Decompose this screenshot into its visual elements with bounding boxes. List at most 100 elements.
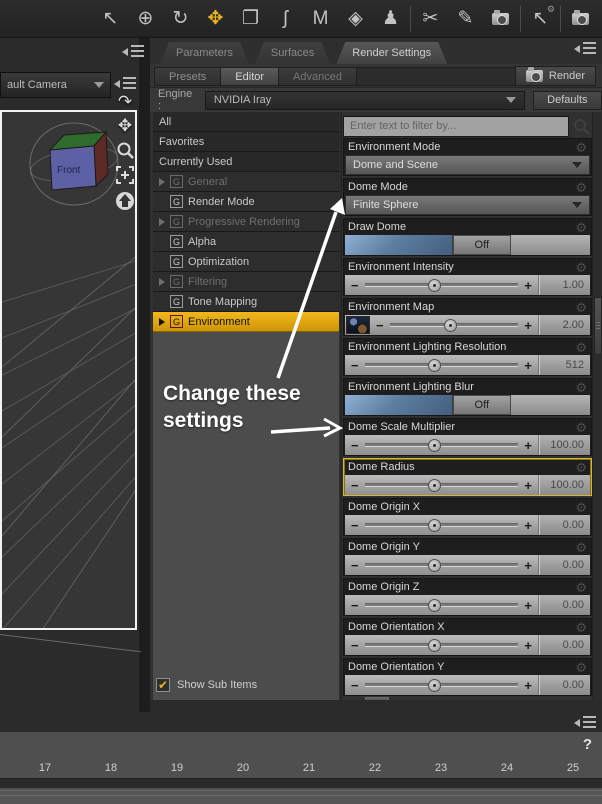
rotate-icon[interactable]: ⊕ [128, 2, 163, 36]
toggle-button[interactable]: Off [452, 235, 511, 255]
setting-value[interactable]: 1.00 [538, 275, 590, 295]
slider-track[interactable] [364, 639, 519, 652]
bone-icon[interactable]: ʃ [268, 2, 303, 36]
nudge-up-button[interactable]: + [518, 279, 538, 292]
gear-icon[interactable]: ⚙ [575, 381, 587, 394]
gear-icon[interactable]: ⚙ [575, 301, 587, 314]
slider-track[interactable] [389, 319, 519, 332]
category-item-favorites[interactable]: Favorites [153, 132, 339, 152]
tab-parameters[interactable]: Parameters [160, 42, 249, 64]
expand-arrow-icon[interactable] [159, 217, 165, 226]
slider-track[interactable] [364, 519, 519, 532]
nudge-up-button[interactable]: + [518, 439, 538, 452]
nudge-up-button[interactable]: + [518, 519, 538, 532]
nudge-down-button[interactable]: − [345, 479, 365, 492]
setting-value[interactable]: 2.00 [538, 315, 590, 335]
slider-thumb[interactable] [427, 679, 441, 692]
slider-track[interactable] [364, 359, 519, 372]
gear-icon[interactable]: ⚙ [575, 221, 587, 234]
pan-icon[interactable]: ✥ [118, 117, 132, 134]
panel-menu-icon[interactable] [574, 41, 596, 56]
nudge-down-button[interactable]: − [345, 639, 365, 652]
nudge-up-button[interactable]: + [518, 639, 538, 652]
subtab-presets[interactable]: Presets [155, 68, 222, 85]
slider-thumb[interactable] [427, 359, 441, 372]
setting-value[interactable]: 0.00 [538, 515, 590, 535]
setting-value[interactable]: 0.00 [538, 595, 590, 615]
slider-track[interactable] [364, 479, 519, 492]
geometry-icon[interactable]: ✂ [413, 2, 448, 36]
nudge-down-button[interactable]: − [345, 519, 365, 532]
category-item-tone-mapping[interactable]: G Tone Mapping [153, 292, 339, 312]
gear-icon[interactable]: ⚙ [575, 421, 587, 434]
gear-icon[interactable]: ⚙ [575, 541, 587, 554]
spot-render-icon[interactable] [483, 2, 518, 36]
nudge-up-button[interactable]: + [518, 319, 538, 332]
gear-icon[interactable]: ⚙ [575, 621, 587, 634]
scrollbar[interactable] [592, 112, 602, 700]
slider-thumb[interactable] [427, 639, 441, 652]
universal-icon[interactable]: ✥ [198, 2, 233, 36]
filter-input[interactable] [343, 115, 569, 137]
setting-value[interactable]: 0.00 [538, 555, 590, 575]
slider-track[interactable] [364, 439, 519, 452]
panel-menu-icon[interactable] [574, 715, 596, 730]
setting-value[interactable]: 0.00 [538, 675, 590, 695]
panel-menu-icon[interactable] [122, 44, 144, 59]
slider-thumb[interactable] [427, 479, 441, 492]
gear-icon[interactable]: ⚙ [575, 341, 587, 354]
slider-thumb[interactable] [427, 559, 441, 572]
magnifier-icon[interactable] [116, 141, 134, 159]
camera-selector[interactable]: ault Camera [0, 72, 111, 98]
figure-selection-icon[interactable]: ♟ [373, 2, 408, 36]
category-item-filtering[interactable]: G Filtering [153, 272, 339, 292]
nudge-down-button[interactable]: − [345, 359, 365, 372]
help-icon[interactable]: ? [583, 736, 592, 753]
nudge-down-button[interactable]: − [345, 599, 365, 612]
slider-track[interactable] [364, 599, 519, 612]
slider-thumb[interactable] [444, 319, 458, 332]
nudge-down-button[interactable]: − [345, 279, 365, 292]
nudge-down-button[interactable]: − [345, 679, 365, 692]
setting-dropdown[interactable]: Finite Sphere [345, 195, 590, 215]
slider-track[interactable] [364, 279, 519, 292]
setting-value[interactable]: 100.00 [538, 435, 590, 455]
gear-icon[interactable]: ⚙ [575, 461, 587, 474]
category-item-alpha[interactable]: G Alpha [153, 232, 339, 252]
expand-arrow-icon[interactable] [159, 317, 165, 326]
nudge-down-button[interactable]: − [345, 559, 365, 572]
surface-selection-icon[interactable]: ◈ [338, 2, 373, 36]
gear-icon[interactable]: ⚙ [575, 261, 587, 274]
environment-map-thumbnail[interactable] [346, 316, 370, 334]
subtab-advanced[interactable]: Advanced [279, 68, 357, 85]
expand-arrow-icon[interactable] [159, 177, 165, 186]
nudge-up-button[interactable]: + [518, 679, 538, 692]
category-item-all[interactable]: All [153, 112, 339, 132]
slider-track[interactable] [364, 679, 519, 692]
checkbox-checked-icon[interactable]: ✔ [156, 678, 170, 692]
scale-icon[interactable]: ❐ [233, 2, 268, 36]
tool-settings-icon[interactable]: ↖ ⚙ [523, 2, 558, 36]
gear-icon[interactable]: ⚙ [575, 661, 587, 674]
engine-dropdown[interactable]: NVIDIA Iray [204, 90, 525, 110]
render-camera-icon[interactable] [563, 2, 598, 36]
show-sub-items[interactable]: ✔ Show Sub Items [156, 678, 257, 692]
category-item-render-mode[interactable]: G Render Mode [153, 192, 339, 212]
setting-value[interactable]: 512 [538, 355, 590, 375]
category-item-optimization[interactable]: G Optimization [153, 252, 339, 272]
tab-render-settings[interactable]: Render Settings [336, 42, 447, 64]
timeline-track[interactable] [0, 778, 602, 788]
search-icon[interactable] [573, 118, 590, 135]
toggle-fill[interactable] [345, 235, 453, 255]
gear-icon[interactable]: ⚙ [575, 581, 587, 594]
nudge-down-button[interactable]: − [345, 439, 365, 452]
expand-arrow-icon[interactable] [159, 277, 165, 286]
nudge-up-button[interactable]: + [518, 559, 538, 572]
slider-thumb[interactable] [427, 279, 441, 292]
gear-icon[interactable]: ⚙ [575, 501, 587, 514]
render-button[interactable]: Render [514, 66, 596, 86]
slider-thumb[interactable] [427, 599, 441, 612]
nudge-up-button[interactable]: + [518, 599, 538, 612]
frame-icon[interactable] [116, 166, 134, 184]
setting-value[interactable]: 100.00 [538, 475, 590, 495]
